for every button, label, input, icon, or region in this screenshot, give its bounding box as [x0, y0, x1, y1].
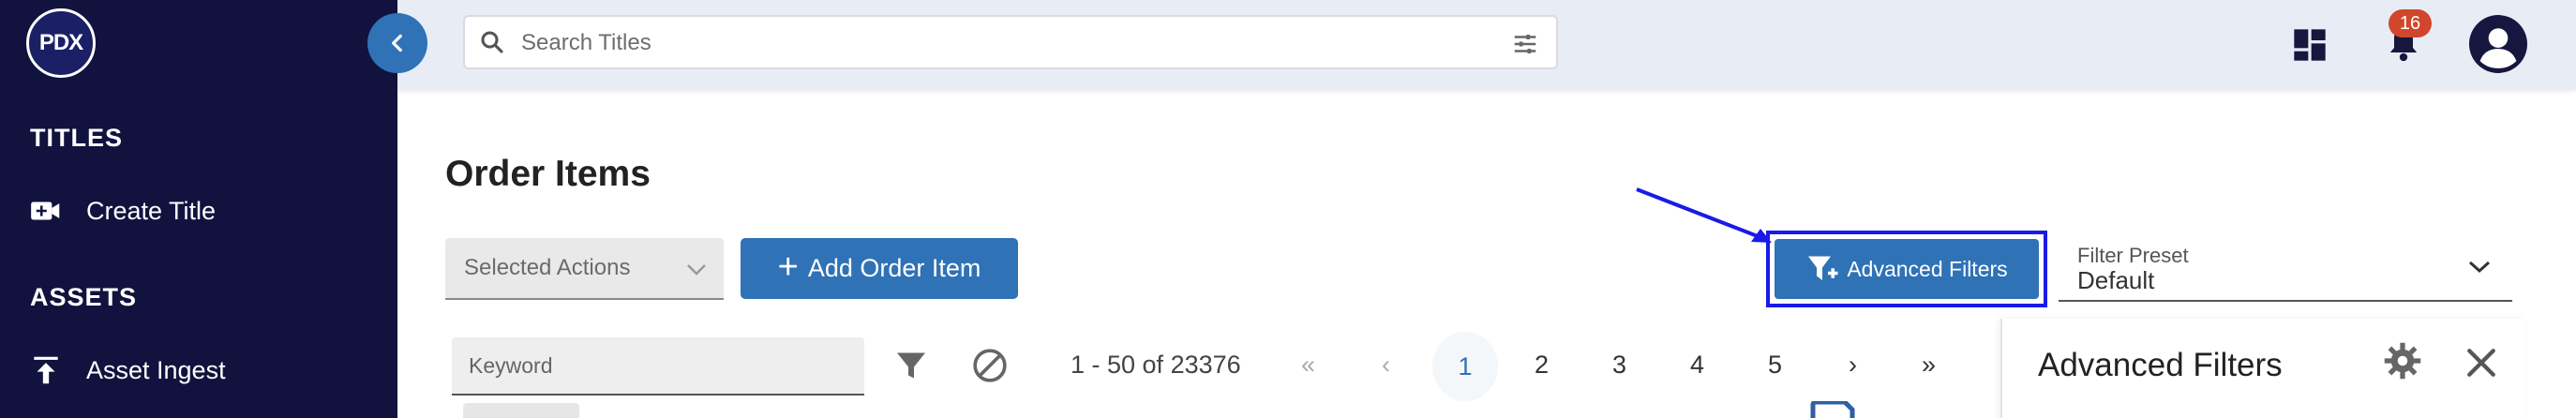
plus-icon: + — [777, 246, 799, 287]
sidebar-item-asset-ingest[interactable]: Asset Ingest — [28, 352, 226, 388]
next-page-button[interactable]: › — [1849, 351, 1857, 380]
sidebar-section-titles: TITLES — [30, 124, 123, 152]
advanced-filters-panel: Advanced Filters — [2000, 319, 2525, 418]
sidebar-item-label: Asset Ingest — [86, 355, 226, 384]
annotation-arrow-icon — [1636, 187, 1772, 243]
page-button-current[interactable]: 1 — [1432, 332, 1498, 401]
upload-icon — [34, 356, 58, 384]
sidebar-item-create-title[interactable]: Create Title — [28, 193, 216, 229]
page-title: Order Items — [445, 154, 651, 194]
filter-preset-label: Filter Preset — [2077, 244, 2189, 267]
advanced-filters-label: Advanced Filters — [1847, 256, 2008, 281]
filter-preset-value: Default — [2077, 266, 2155, 294]
dashboard-icon[interactable] — [2291, 26, 2329, 64]
sidebar-item-label: Create Title — [86, 196, 217, 225]
logo-text: PDX — [38, 30, 83, 55]
chevron-left-icon — [392, 34, 402, 52]
table-header-cell — [463, 403, 579, 418]
add-order-item-label: Add Order Item — [807, 254, 981, 282]
page-button[interactable]: 2 — [1535, 351, 1549, 380]
add-order-item-button[interactable]: + Add Order Item — [741, 238, 1018, 299]
document-icon — [1810, 401, 1855, 418]
chevron-down-icon — [687, 264, 706, 276]
close-icon[interactable] — [2465, 347, 2497, 379]
last-page-button[interactable]: » — [1922, 351, 1936, 380]
keyword-field — [452, 337, 864, 396]
collapse-sidebar-button[interactable] — [367, 13, 427, 73]
gear-icon[interactable] — [2383, 341, 2422, 381]
filter-add-icon — [1808, 256, 1838, 280]
filter-preset-select[interactable]: Filter Preset Default — [2059, 238, 2512, 302]
video-add-icon — [31, 202, 60, 220]
notification-count-badge: 16 — [2389, 9, 2432, 37]
previous-page-button[interactable]: ‹ — [1382, 351, 1390, 380]
tune-icon[interactable] — [1511, 30, 1539, 58]
pdx-logo[interactable]: PDX — [26, 8, 96, 78]
filter-icon[interactable] — [894, 349, 928, 382]
clear-filters-icon[interactable] — [971, 347, 1009, 384]
advanced-filters-button[interactable]: Advanced Filters — [1775, 239, 2039, 299]
page-button[interactable]: 5 — [1768, 351, 1782, 380]
page-button[interactable]: 4 — [1690, 351, 1704, 380]
selected-actions-label: Selected Actions — [464, 255, 631, 280]
search-icon — [481, 31, 503, 53]
keyword-input[interactable] — [469, 351, 844, 381]
selected-actions-dropdown[interactable]: Selected Actions — [445, 238, 724, 300]
user-avatar-icon[interactable] — [2469, 15, 2527, 73]
first-page-button[interactable]: « — [1301, 351, 1315, 380]
results-range: 1 - 50 of 23376 — [1071, 351, 1241, 379]
chevron-down-icon — [2468, 261, 2491, 274]
sidebar: PDX TITLES Create Title ASSETS Asset Ing… — [0, 0, 397, 418]
search-input[interactable] — [521, 26, 1459, 60]
search-bar — [463, 15, 1558, 69]
advanced-filters-panel-title: Advanced Filters — [2038, 347, 2283, 383]
page-button[interactable]: 3 — [1612, 351, 1626, 380]
sidebar-section-assets: ASSETS — [30, 283, 138, 311]
